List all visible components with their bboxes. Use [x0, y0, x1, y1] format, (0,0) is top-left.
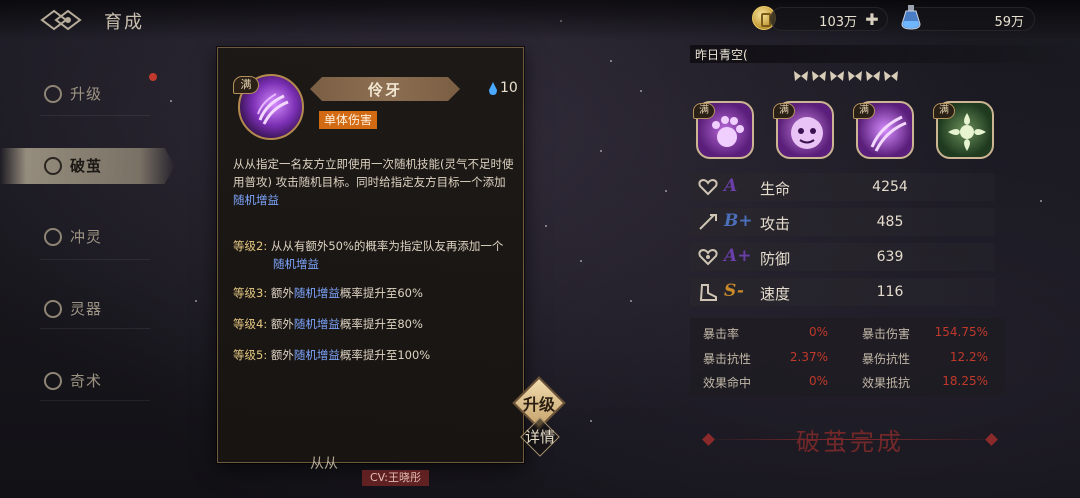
stat-value: 485: [876, 214, 904, 230]
character-name-bar: [690, 45, 1080, 63]
energy-drop-icon: [489, 82, 497, 95]
stat-value: 4254: [872, 179, 908, 195]
max-level-badge: 满: [853, 103, 875, 119]
nav-item-spirit[interactable]: 冲灵: [0, 219, 175, 255]
stat-value: 639: [876, 249, 904, 265]
stat-label: 速度: [760, 285, 791, 303]
heart-icon: [698, 178, 718, 196]
back-icon[interactable]: [40, 8, 86, 32]
max-level-badge: 满: [233, 76, 259, 94]
character-footer-name: 从从: [310, 456, 338, 472]
butterfly-icon: [883, 67, 899, 81]
sub-stat-value: 12.2%: [949, 350, 988, 364]
notification-dot: [149, 73, 157, 81]
sub-stat-label: 效果抵抗: [862, 376, 911, 390]
gold-counter: 103万 ✚: [770, 7, 888, 31]
sub-stat-value: 154.75%: [934, 325, 988, 339]
nav-item-breakthrough[interactable]: 破茧: [0, 148, 175, 184]
skill-name: 伶牙: [367, 81, 402, 99]
potion-counter: 59万: [905, 7, 1035, 31]
nav-item-arts[interactable]: 奇术: [0, 363, 175, 399]
level-3-effect: 等级3: 额外随机增益概率提升至60%: [233, 286, 423, 300]
max-level-badge: 满: [773, 103, 795, 119]
skill-type-tag: 单体伤害: [319, 111, 378, 129]
sub-stat-value: 0%: [808, 374, 828, 388]
stat-row-spd: S-: [690, 278, 995, 306]
sub-stat-label: 暴击伤害: [862, 327, 911, 341]
butterfly-icon: [811, 67, 827, 81]
star-rating: [793, 67, 903, 81]
spirit-icon: [44, 228, 62, 246]
details-button[interactable]: 详情: [516, 417, 564, 457]
level-5-effect: 等级5: 额外随机增益概率提升至100%: [233, 348, 431, 362]
nav-item-label: 升级: [70, 85, 103, 103]
highlight-keyword: 随机增益: [233, 193, 279, 207]
add-gold-icon[interactable]: ✚: [863, 11, 881, 29]
stat-row-atk: B+: [690, 208, 995, 236]
upgrade-button-label: 升级: [522, 395, 555, 414]
sub-stat-label: 暴击抗性: [703, 352, 752, 366]
butterfly-icon: [793, 67, 809, 81]
nav-item-label: 灵器: [70, 300, 103, 318]
butterfly-icon: [847, 67, 863, 81]
stat-grade: A: [724, 176, 738, 196]
arts-icon: [44, 372, 62, 390]
potion-icon: [901, 5, 921, 30]
voice-actor-badge: CV:王晓彤: [362, 470, 430, 486]
nav-item-label: 冲灵: [70, 228, 103, 246]
nav-item-artifact[interactable]: 灵器: [0, 291, 175, 327]
nav-item-upgrade[interactable]: 升级: [0, 76, 175, 112]
max-level-badge: 满: [933, 103, 955, 119]
page-title: 育成: [104, 12, 144, 33]
boot-icon: [699, 284, 717, 301]
nav-item-label: 奇术: [70, 372, 103, 390]
details-button-label: 详情: [524, 428, 555, 446]
sub-stat-value: 18.25%: [942, 374, 988, 388]
stat-grade: S-: [724, 281, 744, 301]
gold-value: 103万: [819, 15, 857, 30]
sword-icon: [699, 214, 717, 230]
skill-description: 从从指定一名友方立即使用一次随机技能(灵气不足时使用普攻) 攻击随机目标。同时给…: [233, 157, 514, 207]
sub-stat-label: 暴击率: [703, 327, 740, 341]
character-name: 昨日青空(: [695, 48, 748, 62]
nav-item-label: 破茧: [70, 157, 103, 175]
stat-label: 攻击: [760, 215, 791, 233]
stat-grade: A+: [724, 246, 752, 266]
sub-stat-label: 暴伤抗性: [862, 352, 911, 366]
level-2-effect: 等级2: 从从有额外50%的概率为指定队友再添加一个 随机增益: [233, 239, 504, 271]
stat-value: 116: [876, 284, 904, 300]
sub-stat-label: 效果命中: [703, 376, 752, 390]
breakthrough-complete-label: 破茧完成: [796, 428, 904, 456]
breakthrough-complete-banner: 破茧完成: [700, 418, 1000, 462]
artifact-icon: [44, 300, 62, 318]
shield-heart-icon: [698, 248, 718, 266]
butterfly-icon: [865, 67, 881, 81]
potion-value: 59万: [994, 15, 1024, 30]
sub-stat-value: 0%: [808, 325, 828, 339]
level-4-effect: 等级4: 额外随机增益概率提升至80%: [233, 317, 423, 331]
max-level-badge: 满: [693, 103, 715, 119]
sub-stat-value: 2.37%: [789, 350, 828, 364]
stat-label: 生命: [760, 180, 791, 198]
skill-cost: 10: [500, 80, 518, 96]
butterfly-icon: [829, 67, 845, 81]
stat-label: 防御: [760, 250, 791, 268]
stat-row-hp: A: [690, 173, 995, 201]
stat-row-def: A+: [690, 243, 995, 271]
level-up-icon: [44, 85, 62, 103]
claw-icon: [257, 93, 289, 125]
cocoon-icon: [44, 157, 62, 175]
stat-grade: B+: [724, 211, 753, 231]
